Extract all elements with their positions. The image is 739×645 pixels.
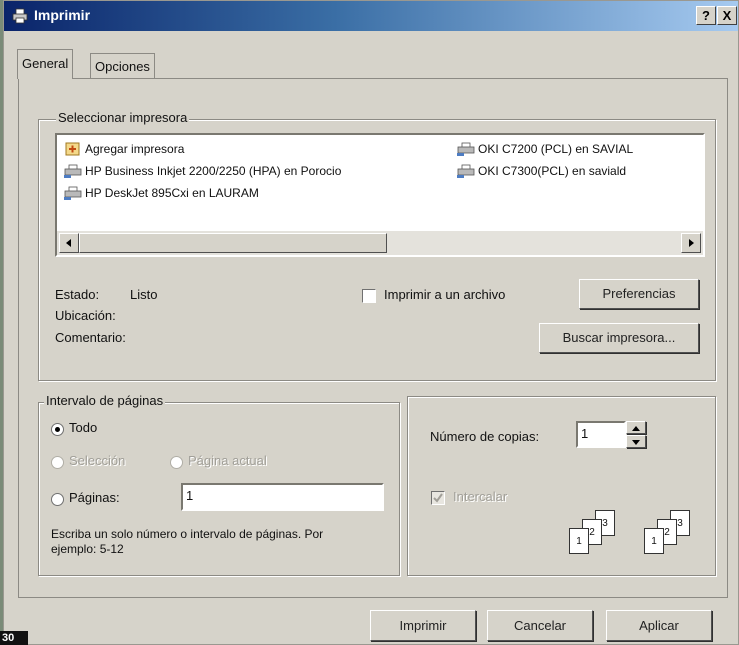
printer-item-label: OKI C7300(PCL) en saviald — [478, 164, 627, 178]
collate-checkbox — [431, 491, 445, 505]
printer-item-oki-c7300[interactable]: OKI C7300(PCL) en saviald — [457, 163, 626, 179]
copies-label: Número de copias: — [430, 429, 540, 444]
printer-item-label: Agregar impresora — [85, 142, 185, 156]
status-label: Estado: — [55, 287, 100, 302]
location-label: Ubicación: — [55, 308, 116, 323]
copies-input[interactable]: 1 — [576, 421, 626, 448]
page-number-badge: 30 — [0, 631, 28, 645]
print-button[interactable]: Imprimir — [370, 610, 476, 641]
spin-up-button[interactable] — [626, 421, 646, 434]
printer-group-title: Seleccionar impresora — [56, 110, 190, 125]
radio-current-page-label: Página actual — [188, 453, 267, 468]
arrow-right-icon — [689, 239, 694, 247]
close-button[interactable]: X — [717, 6, 737, 25]
printer-item-hp-business[interactable]: HP Business Inkjet 2200/2250 (HPA) en Po… — [64, 163, 341, 179]
radio-current-page — [170, 456, 183, 469]
tab-general[interactable]: General — [17, 49, 74, 79]
arrow-left-icon — [66, 239, 71, 247]
radio-all-label[interactable]: Todo — [69, 420, 97, 435]
window-title: Imprimir — [34, 7, 91, 23]
preferences-button[interactable]: Preferencias — [579, 279, 699, 309]
printer-icon — [457, 164, 475, 178]
find-printer-button[interactable]: Buscar impresora... — [539, 323, 699, 353]
radio-pages-label[interactable]: Páginas: — [69, 490, 120, 505]
page-range-hint: Escriba un solo número o intervalo de pá… — [51, 527, 324, 556]
print-to-file-checkbox[interactable] — [362, 289, 376, 303]
apply-button[interactable]: Aplicar — [606, 610, 712, 641]
printer-item-oki-c7200[interactable]: OKI C7200 (PCL) en SAVIAL — [457, 141, 633, 157]
printer-icon — [64, 164, 82, 178]
tab-options[interactable]: Opciones — [90, 53, 155, 79]
status-value: Listo — [130, 287, 158, 302]
printer-item-hp-deskjet[interactable]: HP DeskJet 895Cxi en LAURAM — [64, 185, 259, 201]
page-1: 1 — [569, 528, 589, 554]
print-dialog: Imprimir ? X General Opciones Selecciona… — [3, 0, 739, 645]
printer-list[interactable]: Agregar impresora HP Business Inkjet 220… — [55, 133, 705, 257]
print-to-file-label[interactable]: Imprimir a un archivo — [384, 287, 505, 302]
cancel-button[interactable]: Cancelar — [487, 610, 593, 641]
radio-all[interactable] — [51, 423, 64, 436]
spin-down-button[interactable] — [626, 435, 646, 448]
add-printer-icon — [65, 142, 80, 156]
help-button[interactable]: ? — [696, 6, 716, 25]
arrow-up-icon — [632, 426, 640, 431]
comment-label: Comentario: — [55, 330, 126, 345]
radio-selection — [51, 456, 64, 469]
copies-group — [407, 396, 716, 576]
radio-pages[interactable] — [51, 493, 64, 506]
printer-icon — [457, 142, 475, 156]
collate-label: Intercalar — [453, 489, 508, 504]
printer-item-label: HP Business Inkjet 2200/2250 (HPA) en Po… — [85, 164, 342, 178]
printer-item-label: HP DeskJet 895Cxi en LAURAM — [85, 186, 259, 200]
printer-item-label: OKI C7200 (PCL) en SAVIAL — [478, 142, 634, 156]
scroll-right-button[interactable] — [681, 233, 701, 253]
copies-spinner[interactable] — [626, 421, 646, 448]
printer-item-add[interactable]: Agregar impresora — [64, 141, 184, 157]
radio-selection-label: Selección — [69, 453, 126, 468]
page-range-title: Intervalo de páginas — [44, 393, 166, 408]
scroll-left-button[interactable] — [59, 233, 79, 253]
horizontal-scrollbar[interactable] — [57, 231, 703, 255]
printer-icon — [64, 186, 82, 200]
checkmark-icon — [433, 493, 443, 503]
page-1: 1 — [644, 528, 664, 554]
title-bar[interactable]: Imprimir ? X — [4, 1, 738, 31]
scroll-thumb[interactable] — [79, 233, 387, 253]
arrow-down-icon — [632, 440, 640, 445]
printer-icon — [12, 8, 28, 24]
pages-input[interactable]: 1 — [181, 483, 384, 511]
